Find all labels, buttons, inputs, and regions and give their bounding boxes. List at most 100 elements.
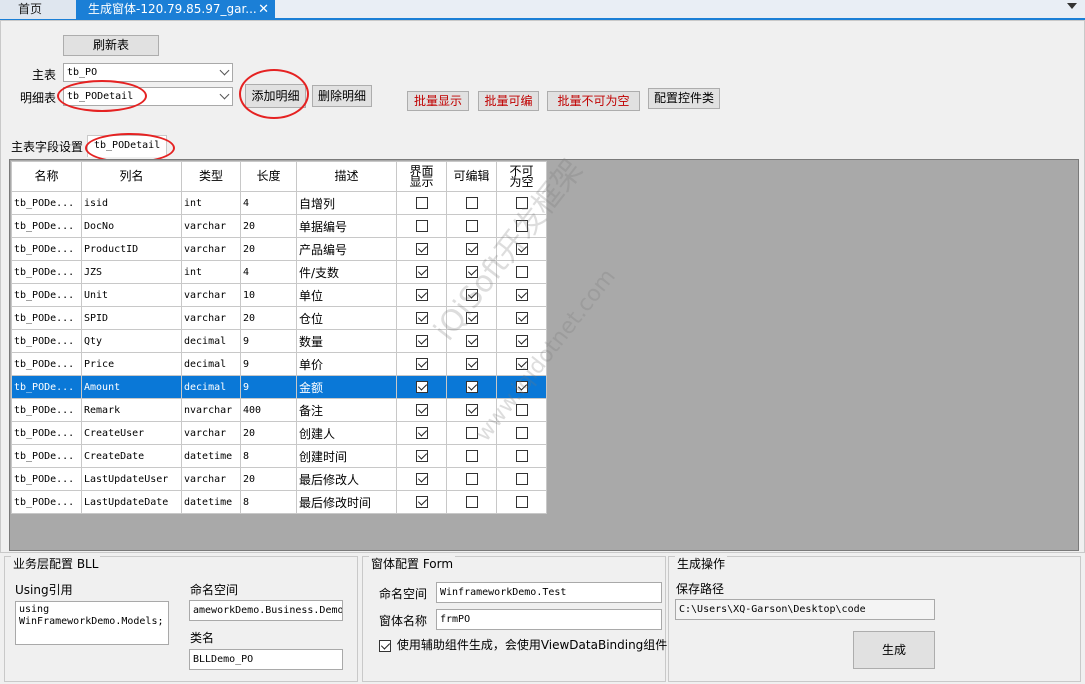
- required-checkbox[interactable]: [515, 381, 528, 393]
- cell-name[interactable]: tb_PODe...: [11, 283, 82, 307]
- editable-checkbox[interactable]: [465, 220, 478, 232]
- cell-name[interactable]: tb_PODe...: [11, 237, 82, 261]
- editable-checkbox[interactable]: [465, 358, 478, 370]
- table-row[interactable]: tb_PODe... isid int 4 自增列: [11, 191, 547, 215]
- cell-column[interactable]: DocNo: [81, 214, 182, 238]
- cell-type[interactable]: int: [181, 191, 241, 215]
- cell-type[interactable]: varchar: [181, 214, 241, 238]
- table-row[interactable]: tb_PODe... SPID varchar 20 仓位: [11, 306, 547, 330]
- cell-length[interactable]: 400: [240, 398, 297, 422]
- required-checkbox[interactable]: [515, 358, 528, 370]
- cell-name[interactable]: tb_PODe...: [11, 398, 82, 422]
- cell-type[interactable]: decimal: [181, 329, 241, 353]
- editable-checkbox[interactable]: [465, 266, 478, 278]
- cell-length[interactable]: 20: [240, 421, 297, 445]
- table-row[interactable]: tb_PODe... ProductID varchar 20 产品编号: [11, 237, 547, 261]
- cell-length[interactable]: 8: [240, 490, 297, 514]
- tab-main-fields[interactable]: 主表字段设置: [5, 137, 89, 157]
- editable-checkbox[interactable]: [465, 427, 478, 439]
- header-name[interactable]: 名称: [11, 161, 82, 192]
- required-checkbox[interactable]: [515, 427, 528, 439]
- tab-podetail[interactable]: tb_PODetail: [87, 135, 168, 157]
- table-row[interactable]: tb_PODe... CreateUser varchar 20 创建人: [11, 421, 547, 445]
- form-namespace-input[interactable]: WinframeworkDemo.Test: [436, 582, 662, 603]
- cell-column[interactable]: isid: [81, 191, 182, 215]
- header-column[interactable]: 列名: [81, 161, 182, 192]
- bll-namespace-input[interactable]: ameworkDemo.Business.Demo: [189, 600, 343, 621]
- required-checkbox[interactable]: [515, 289, 528, 301]
- cell-length[interactable]: 10: [240, 283, 297, 307]
- cell-length[interactable]: 20: [240, 467, 297, 491]
- table-row[interactable]: tb_PODe... JZS int 4 件/支数: [11, 260, 547, 284]
- cell-desc[interactable]: 产品编号: [296, 237, 397, 261]
- table-row[interactable]: tb_PODe... Remark nvarchar 400 备注: [11, 398, 547, 422]
- close-icon[interactable]: ✕: [258, 0, 269, 19]
- batch-edit-button[interactable]: 批量可编: [478, 91, 539, 111]
- cell-desc[interactable]: 金额: [296, 375, 397, 399]
- required-checkbox[interactable]: [515, 473, 528, 485]
- helper-component-checkbox[interactable]: [379, 639, 391, 652]
- editable-checkbox[interactable]: [465, 197, 478, 209]
- cell-name[interactable]: tb_PODe...: [11, 329, 82, 353]
- cell-type[interactable]: datetime: [181, 444, 241, 468]
- add-detail-button[interactable]: 添加明细: [245, 84, 306, 108]
- using-textarea[interactable]: using WinFrameworkDemo.Models;: [15, 601, 169, 645]
- cell-column[interactable]: Price: [81, 352, 182, 376]
- batch-show-button[interactable]: 批量显示: [407, 91, 469, 111]
- show-checkbox[interactable]: [415, 381, 428, 393]
- cell-type[interactable]: varchar: [181, 421, 241, 445]
- show-checkbox[interactable]: [415, 450, 428, 462]
- show-checkbox[interactable]: [415, 335, 428, 347]
- cell-desc[interactable]: 数量: [296, 329, 397, 353]
- show-checkbox[interactable]: [415, 197, 428, 209]
- cell-name[interactable]: tb_PODe...: [11, 444, 82, 468]
- helper-component-option[interactable]: 使用辅助组件生成，会使用ViewDataBinding组件: [379, 636, 667, 653]
- tab-list-dropdown-icon[interactable]: [1067, 3, 1077, 9]
- cell-column[interactable]: SPID: [81, 306, 182, 330]
- save-path-input[interactable]: C:\Users\XQ-Garson\Desktop\code: [675, 599, 935, 620]
- editable-checkbox[interactable]: [465, 450, 478, 462]
- cell-desc[interactable]: 件/支数: [296, 260, 397, 284]
- cell-desc[interactable]: 单价: [296, 352, 397, 376]
- cell-name[interactable]: tb_PODe...: [11, 490, 82, 514]
- cell-type[interactable]: varchar: [181, 467, 241, 491]
- required-checkbox[interactable]: [515, 243, 528, 255]
- table-row[interactable]: tb_PODe... Unit varchar 10 单位: [11, 283, 547, 307]
- table-row[interactable]: tb_PODe... Price decimal 9 单价: [11, 352, 547, 376]
- detail-table-select[interactable]: tb_PODetail: [63, 87, 233, 106]
- cell-type[interactable]: int: [181, 260, 241, 284]
- table-row[interactable]: tb_PODe... LastUpdateDate datetime 8 最后修改时间: [11, 490, 547, 514]
- cell-column[interactable]: Remark: [81, 398, 182, 422]
- main-table-select[interactable]: tb_PO: [63, 63, 233, 82]
- header-length[interactable]: 长度: [240, 161, 297, 192]
- editable-checkbox[interactable]: [465, 381, 478, 393]
- cell-column[interactable]: LastUpdateDate: [81, 490, 182, 514]
- cell-column[interactable]: ProductID: [81, 237, 182, 261]
- show-checkbox[interactable]: [415, 312, 428, 324]
- show-checkbox[interactable]: [415, 220, 428, 232]
- cell-length[interactable]: 9: [240, 352, 297, 376]
- editable-checkbox[interactable]: [465, 335, 478, 347]
- cell-desc[interactable]: 自增列: [296, 191, 397, 215]
- cell-name[interactable]: tb_PODe...: [11, 260, 82, 284]
- cell-length[interactable]: 9: [240, 375, 297, 399]
- cell-length[interactable]: 9: [240, 329, 297, 353]
- cell-length[interactable]: 4: [240, 260, 297, 284]
- header-show[interactable]: 界面 显示: [396, 161, 447, 192]
- editable-checkbox[interactable]: [465, 404, 478, 416]
- required-checkbox[interactable]: [515, 220, 528, 232]
- class-name-input[interactable]: BLLDemo_PO: [189, 649, 343, 670]
- editable-checkbox[interactable]: [465, 243, 478, 255]
- cell-column[interactable]: CreateDate: [81, 444, 182, 468]
- cell-desc[interactable]: 创建人: [296, 421, 397, 445]
- config-control-button[interactable]: 配置控件类: [648, 88, 720, 109]
- cell-name[interactable]: tb_PODe...: [11, 467, 82, 491]
- editable-checkbox[interactable]: [465, 496, 478, 508]
- show-checkbox[interactable]: [415, 404, 428, 416]
- delete-detail-button[interactable]: 删除明细: [312, 85, 372, 107]
- cell-type[interactable]: datetime: [181, 490, 241, 514]
- generate-button[interactable]: 生成: [853, 631, 935, 669]
- refresh-table-button[interactable]: 刷新表: [63, 35, 159, 56]
- editable-checkbox[interactable]: [465, 289, 478, 301]
- table-row[interactable]: tb_PODe... LastUpdateUser varchar 20 最后修改人: [11, 467, 547, 491]
